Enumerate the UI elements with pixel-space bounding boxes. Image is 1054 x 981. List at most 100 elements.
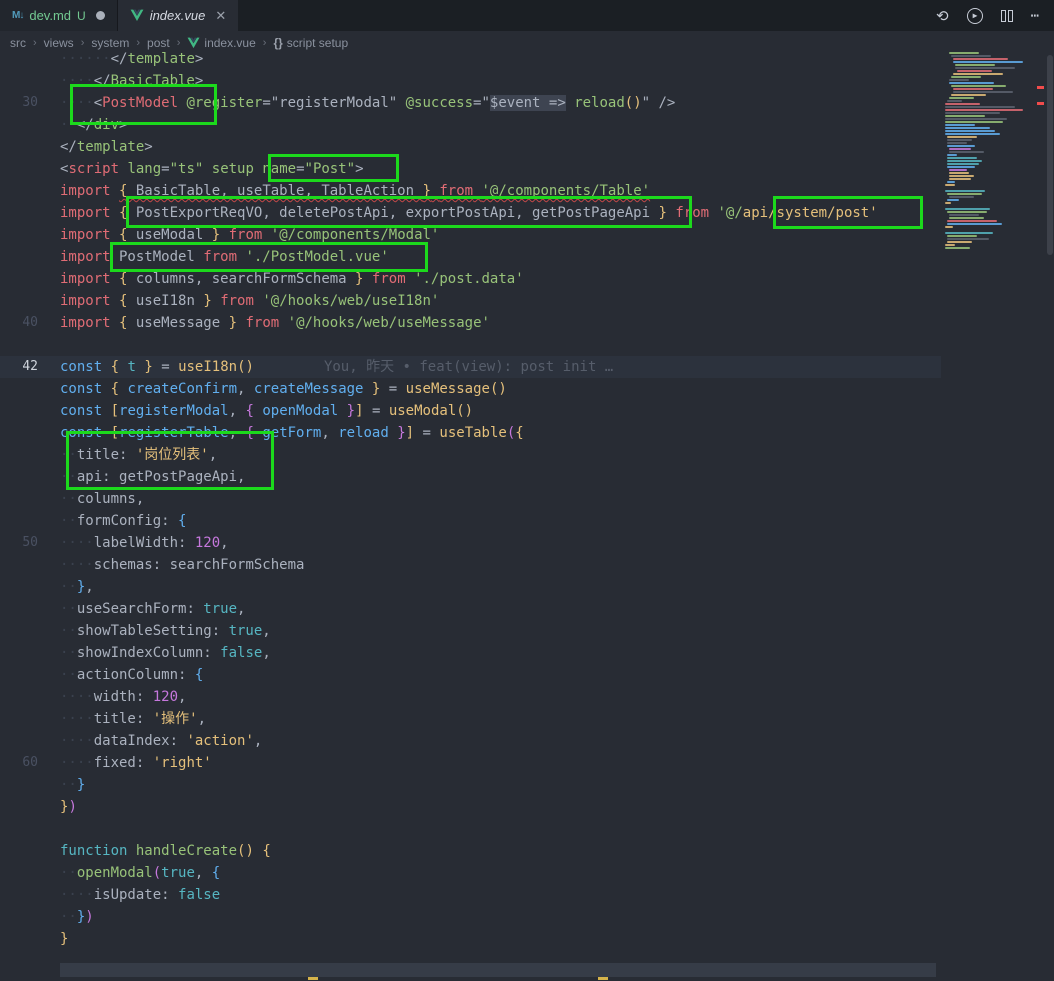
code-lines: ······</template>····</BasicTable>30····…	[0, 48, 941, 972]
code-line: }	[0, 928, 941, 950]
whitespace-dots: ····	[60, 95, 94, 111]
clipped-code-fragment	[598, 977, 608, 980]
code-line: 60····fixed: 'right'	[0, 752, 941, 774]
code-line: import { columns, searchFormSchema } fro…	[0, 268, 941, 290]
line-number	[0, 774, 38, 796]
line-number	[0, 950, 38, 972]
line-number	[0, 884, 38, 906]
close-icon[interactable]: ✕	[215, 8, 226, 24]
line-number: 60	[0, 752, 38, 774]
line-number	[0, 70, 38, 92]
timeline-history-icon[interactable]: ⟲	[936, 7, 949, 25]
whitespace-dots: ··	[60, 865, 77, 881]
whitespace-dots: ····	[60, 535, 94, 551]
minimap[interactable]	[945, 52, 1035, 250]
line-number	[0, 114, 38, 136]
line-number	[0, 378, 38, 400]
whitespace-dots: ··	[60, 579, 77, 595]
git-status-badge: U	[77, 9, 86, 23]
line-number	[0, 136, 38, 158]
whitespace-dots: ····	[60, 755, 94, 771]
line-number	[0, 796, 38, 818]
code-line: import PostModel from './PostModel.vue'	[0, 246, 941, 268]
whitespace-dots: ····	[60, 887, 94, 903]
code-line: 42const { t } = useI18n()You, 昨天 • feat(…	[0, 356, 941, 378]
code-line: ··}	[0, 774, 941, 796]
tab-label: index.vue	[150, 8, 206, 23]
code-line: import { useI18n } from '@/hooks/web/use…	[0, 290, 941, 312]
whitespace-dots: ··	[60, 447, 77, 463]
line-number	[0, 246, 38, 268]
line-number: 40	[0, 312, 38, 334]
horizontal-scrollbar[interactable]	[60, 963, 936, 977]
line-number	[0, 422, 38, 444]
line-number	[0, 642, 38, 664]
whitespace-dots: ··	[60, 777, 77, 793]
code-line: const [registerTable, { getForm, reload …	[0, 422, 941, 444]
code-line: ····title: '操作',	[0, 708, 941, 730]
code-line	[0, 334, 941, 356]
line-number	[0, 268, 38, 290]
tab-bar: M↓ dev.md U index.vue ✕ ⟲ ▶ ⋯	[0, 0, 1054, 31]
code-editor[interactable]: ······</template>····</BasicTable>30····…	[0, 48, 941, 972]
whitespace-dots: ··	[60, 645, 77, 661]
code-line: ····dataIndex: 'action',	[0, 730, 941, 752]
code-line: ··showTableSetting: true,	[0, 620, 941, 642]
code-line: ··},	[0, 576, 941, 598]
code-line: </template>	[0, 136, 941, 158]
whitespace-dots: ····	[60, 711, 94, 727]
whitespace-dots: ··	[60, 667, 77, 683]
line-number	[0, 928, 38, 950]
whitespace-dots: ··	[60, 909, 77, 925]
line-number	[0, 840, 38, 862]
code-line: ··actionColumn: {	[0, 664, 941, 686]
run-icon[interactable]: ▶	[967, 8, 983, 24]
more-actions-icon[interactable]: ⋯	[1031, 8, 1040, 24]
code-line: ····isUpdate: false	[0, 884, 941, 906]
whitespace-dots: ··	[60, 601, 77, 617]
code-line: ··columns,	[0, 488, 941, 510]
line-number	[0, 862, 38, 884]
code-line: ····width: 120,	[0, 686, 941, 708]
line-number	[0, 334, 38, 356]
line-number	[0, 290, 38, 312]
line-number	[0, 466, 38, 488]
code-line: <script lang="ts" setup name="Post">	[0, 158, 941, 180]
whitespace-dots: ······	[60, 51, 111, 67]
split-editor-icon[interactable]	[1001, 10, 1013, 22]
code-line: 40import { useMessage } from '@/hooks/we…	[0, 312, 941, 334]
line-number	[0, 444, 38, 466]
line-number	[0, 818, 38, 840]
clipped-code-fragment	[308, 977, 318, 980]
code-line: ··useSearchForm: true,	[0, 598, 941, 620]
vue-icon	[130, 9, 144, 22]
error-ruler-mark	[1037, 102, 1044, 105]
line-number	[0, 202, 38, 224]
code-line	[0, 818, 941, 840]
whitespace-dots: ····	[60, 689, 94, 705]
line-number: 30	[0, 92, 38, 114]
code-line: 30····<PostModel @register="registerModa…	[0, 92, 941, 114]
line-number	[0, 686, 38, 708]
code-line: import { PostExportReqVO, deletePostApi,…	[0, 202, 941, 224]
code-line: ··title: '岗位列表',	[0, 444, 941, 466]
unsaved-dot-icon[interactable]	[96, 11, 105, 20]
git-blame-annotation: You, 昨天 • feat(view): post init …	[254, 359, 613, 375]
line-number: 42	[0, 356, 38, 378]
line-number	[0, 180, 38, 202]
editor-actions: ⟲ ▶ ⋯	[936, 0, 1054, 31]
line-number	[0, 708, 38, 730]
whitespace-dots: ··	[60, 513, 77, 529]
whitespace-dots: ····	[60, 73, 94, 89]
whitespace-dots: ··	[60, 469, 77, 485]
tab-dev-md[interactable]: M↓ dev.md U	[0, 0, 118, 31]
markdown-icon: M↓	[12, 10, 23, 21]
line-number	[0, 48, 38, 70]
code-line: })	[0, 796, 941, 818]
code-line: ··showIndexColumn: false,	[0, 642, 941, 664]
code-line: const [registerModal, { openModal }] = u…	[0, 400, 941, 422]
tab-index-vue[interactable]: index.vue ✕	[118, 0, 239, 31]
vertical-scrollbar[interactable]	[1047, 55, 1053, 255]
line-number	[0, 598, 38, 620]
line-number	[0, 576, 38, 598]
